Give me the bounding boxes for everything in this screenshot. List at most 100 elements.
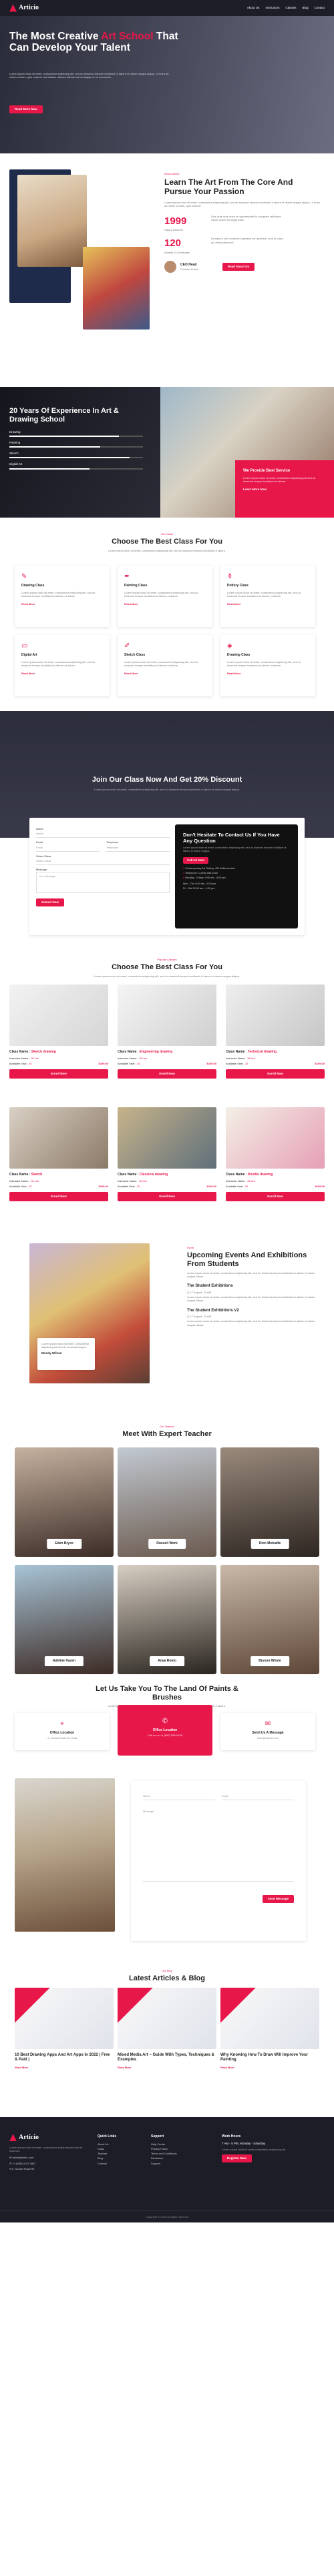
popular-title: Choose The Best Class For You [112, 963, 222, 972]
blog-title: Latest Articles & Blog [129, 1974, 205, 1983]
skill-row: Digital Art [9, 462, 143, 470]
about-cta-button[interactable]: Read About Us [222, 263, 255, 271]
class-card[interactable]: ⚱ Pottery Class Lorem ipsum dolor sit amet… [220, 566, 315, 627]
footer-link[interactable]: Terms and Conditions [151, 2151, 177, 2156]
teacher-card[interactable]: Eden Bryce [15, 1447, 114, 1557]
enroll-button[interactable]: Enroll Now [9, 1069, 108, 1079]
read-more-link[interactable]: Read More [124, 672, 206, 675]
teacher-card[interactable]: Dion Metcalfe [220, 1447, 319, 1557]
enroll-button[interactable]: Enroll Now [118, 1069, 216, 1079]
course-image [118, 985, 216, 1046]
classes-title: Choose The Best Class For You [112, 538, 222, 546]
class-card[interactable]: ◈ Drawing Class Lorem ipsum dolor sit amet… [220, 635, 315, 696]
register-button[interactable]: Register Now [222, 2154, 252, 2163]
footer-link[interactable]: Contact [98, 2161, 116, 2166]
logo-icon [9, 2134, 17, 2142]
nav-link-blog[interactable]: Blog [302, 6, 308, 10]
read-more-link[interactable]: Read More [124, 602, 206, 606]
read-more-link[interactable]: Read More [21, 602, 103, 606]
course-name: Class Name : Doodle drawing [226, 1173, 273, 1177]
blog-read-more[interactable]: Read More [220, 2066, 319, 2069]
blog-card[interactable]: 10 Best Drawing Apps And Art Apps In 202… [15, 1988, 114, 2070]
event-quote: Lorem ipsum dolor sit amet, consectetur … [37, 1338, 95, 1370]
footer-phone[interactable]: ✆ +1 (555) 0123 4567 [9, 2162, 83, 2165]
course-card[interactable]: Class Name : Sketch Instructor Name : Jil… [9, 1107, 108, 1201]
join-title: Join Our Class Now And Get 20% Discount [92, 776, 242, 784]
footer-link[interactable]: Support [151, 2161, 177, 2166]
nav-link-classes[interactable]: Classes [285, 6, 296, 10]
name-field[interactable]: Name [36, 830, 170, 838]
about-title: Learn The Art From The Core And Pursue Y… [164, 177, 293, 197]
service-link[interactable]: Learn More Now [243, 488, 326, 492]
footer-email[interactable]: ✉ hello@articio.com [9, 2156, 83, 2159]
footer-logo[interactable]: Articio [9, 2133, 83, 2142]
course-seats: Available Seat : 25 $199.00 [118, 1062, 216, 1066]
event-item[interactable]: The Student Exhibitions ◷ 17 August, 10 … [187, 1283, 321, 1302]
footer-link[interactable]: Class [98, 2146, 116, 2151]
blog-read-more[interactable]: Read More [15, 2066, 114, 2069]
class-card[interactable]: ▭ Digital Art Lorem ipsum dolor sit amet, … [15, 635, 110, 696]
teacher-card[interactable]: Adeline Hazen [15, 1565, 114, 1674]
call-button[interactable]: Call Us Now [183, 856, 209, 864]
read-more-link[interactable]: Read More [227, 602, 309, 606]
enroll-section: Name Name Email Email Telephone Telephone … [0, 818, 334, 958]
footer-link[interactable]: Help Center [151, 2142, 177, 2146]
read-more-link[interactable]: Read More [21, 672, 103, 675]
submit-button[interactable]: Submit Now [36, 898, 64, 906]
course-card[interactable]: Class Name : Doodle drawing Instructor Na… [226, 1107, 325, 1201]
teacher-name: Eden Bryce [47, 1539, 81, 1549]
course-card[interactable]: Class Name : Sketch drawing Instructor Na… [9, 985, 108, 1079]
blog-card[interactable]: Why Knowing How To Draw Will Improve You… [220, 1988, 319, 2070]
contact-email-field[interactable]: Email [222, 1793, 294, 1800]
teacher-card[interactable]: Russell Work [118, 1447, 216, 1557]
course-image [226, 985, 325, 1046]
skill-label: Digital Art [9, 462, 23, 466]
course-card[interactable]: Class Name : Classical drawing Instructor… [118, 1107, 216, 1201]
hero-cta-button[interactable]: Read More Now [9, 105, 43, 114]
class-select[interactable]: Select Class [36, 858, 170, 866]
enroll-button[interactable]: Enroll Now [9, 1191, 108, 1201]
footer-link[interactable]: Teacher [98, 2151, 116, 2156]
footer-link[interactable]: Privacy Policy [151, 2146, 177, 2151]
email-field[interactable]: Email [36, 844, 100, 852]
nav-link-contact[interactable]: Contact [314, 6, 325, 10]
footer-link[interactable]: Blog [98, 2156, 116, 2160]
footer-link[interactable]: About Us [98, 2142, 116, 2146]
teacher-card[interactable]: Bryson Whyte [220, 1565, 319, 1674]
class-card[interactable]: ✒ Painting Class Lorem ipsum dolor sit ame… [118, 566, 212, 627]
location-box[interactable]: ✉ Send Us A Message hello@articio.com [220, 1713, 315, 1750]
enroll-button[interactable]: Enroll Now [226, 1069, 325, 1079]
contact-name-field[interactable]: Name [143, 1793, 215, 1800]
course-card[interactable]: Class Name : Engineering drawing Instruct… [118, 985, 216, 1079]
event-item[interactable]: The Student Exhibitions V2 ◷ 17 August, … [187, 1308, 321, 1327]
location-box[interactable]: ⌖ Office Location Jl. Sunset Road 95, Kuta [15, 1713, 110, 1750]
blog-read-more[interactable]: Read More [118, 2066, 216, 2069]
read-more-link[interactable]: Read More [227, 672, 309, 675]
class-text: Lorem ipsum dolor sit amet, consectetur … [124, 660, 198, 668]
class-card[interactable]: ✎ Drawing Class Lorem ipsum dolor sit amet… [15, 566, 110, 627]
hero-title: The Most Creative Art School That Can De… [9, 31, 178, 54]
contact-form: Name Email Message Send Message [131, 1781, 306, 1941]
class-icon: ✎ [21, 573, 27, 580]
blog-card[interactable]: Mixed Media Art – Guide With Types, Tech… [118, 1988, 216, 2070]
class-name: Drawing Class [21, 584, 45, 588]
course-card[interactable]: Class Name : Technical drawing Instructor… [226, 985, 325, 1079]
location-box[interactable]: ✆ Office Location Call us on +1 (800) 555-… [118, 1705, 212, 1756]
brand-logo[interactable]: Articio [9, 3, 39, 13]
events-section: Lorem ipsum dolor sit amet, consectetur … [0, 1238, 334, 1425]
hours-line: Mon - Thu 9:00 am - 6:00 pm [183, 882, 216, 885]
message-field[interactable]: Your Message [36, 871, 170, 893]
skill-bar [9, 446, 143, 448]
send-message-button[interactable]: Send Message [262, 1895, 294, 1904]
footer-link[interactable]: Disclaimer [151, 2156, 177, 2160]
enroll-button[interactable]: Enroll Now [118, 1191, 216, 1201]
enroll-button[interactable]: Enroll Now [226, 1191, 325, 1201]
course-name: Class Name : Technical drawing [226, 1050, 277, 1054]
nav-link-about[interactable]: About Us [247, 6, 260, 10]
teacher-card[interactable]: Anya Romo [118, 1565, 216, 1674]
nav-link-instructors[interactable]: Instructors [265, 6, 279, 10]
class-card[interactable]: ✐ Sketch Class Lorem ipsum dolor sit amet,… [118, 635, 212, 696]
contact-message-field[interactable]: Message [143, 1808, 294, 1882]
phone-field[interactable]: Telephone [106, 844, 170, 852]
copyright: Copyright © 2022 All rights reserved [0, 2210, 334, 2222]
